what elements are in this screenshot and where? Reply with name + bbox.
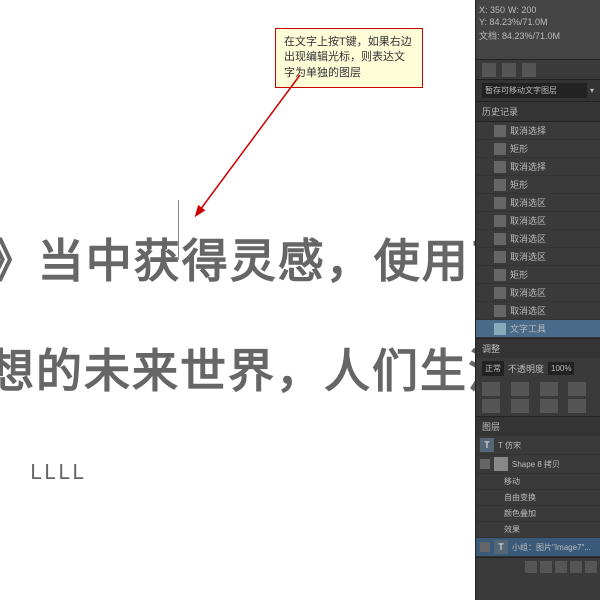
text-cursor	[178, 200, 179, 260]
history-item-label: 取消选区	[510, 232, 546, 245]
layer-thumb	[494, 457, 508, 471]
history-item[interactable]: 矩形	[476, 176, 600, 194]
history-item-label: 取消选择	[510, 124, 546, 137]
history-item[interactable]: 取消选区	[476, 194, 600, 212]
adjust-icon[interactable]	[511, 382, 529, 396]
type-icon: T	[494, 540, 508, 554]
history-item[interactable]: 取消选区	[476, 248, 600, 266]
adjust-icon[interactable]	[568, 382, 586, 396]
history-item-label: 矩形	[510, 268, 528, 281]
icon-toolbar	[476, 60, 600, 80]
history-item[interactable]: 取消选区	[476, 302, 600, 320]
history-item-icon	[494, 143, 506, 155]
layers-panel: 图层 T T 仿宋 Shape 8 拷贝移动自由变换颜色叠加效果 T 小组：图片…	[476, 416, 600, 576]
info-y: Y: 84.23%/71.0M	[479, 17, 548, 27]
history-item-label: 取消选择	[510, 160, 546, 173]
history-item-label: 取消选区	[510, 250, 546, 263]
adjust-icon[interactable]	[568, 399, 586, 413]
adjust-grid	[476, 379, 600, 416]
type-icon: T	[480, 438, 494, 452]
layer-label: 小组：图片"Image7"...	[512, 542, 591, 553]
canvas-area[interactable]: 4》当中获得灵感，使用了" 门想的未来世界，人们生活 LLLL	[0, 0, 475, 600]
visibility-icon[interactable]	[480, 459, 490, 469]
adjustments-panel: 调整 正常 不透明度 100%	[476, 338, 600, 416]
history-item-icon	[494, 179, 506, 191]
layer-item[interactable]: 效果	[476, 522, 600, 538]
layer-item[interactable]: 颜色叠加	[476, 506, 600, 522]
history-item-icon	[494, 287, 506, 299]
history-panel: 历史记录 取消选择矩形取消选择矩形取消选区取消选区取消选区取消选区矩形取消选区取…	[476, 102, 600, 338]
right-panel: X: 350W: 200 Y: 84.23%/71.0M 文档: 84.23%/…	[475, 0, 600, 600]
layer-action-icon[interactable]	[525, 561, 537, 573]
history-item-label: 文字工具	[510, 322, 546, 335]
tool-icon[interactable]	[502, 63, 516, 77]
history-item[interactable]: 矩形	[476, 266, 600, 284]
history-item-icon	[494, 161, 506, 173]
info-panel: X: 350W: 200 Y: 84.23%/71.0M 文档: 84.23%/…	[476, 0, 600, 60]
history-item-icon	[494, 305, 506, 317]
canvas-text-line2: 门想的未来世界，人们生活	[0, 335, 516, 401]
dropdown-label: 暂存可移动文字图层	[482, 83, 587, 98]
history-header: 历史记录	[476, 102, 600, 122]
history-item[interactable]: 取消选区	[476, 212, 600, 230]
adjust-icon[interactable]	[540, 382, 558, 396]
history-item-icon	[494, 233, 506, 245]
blend-mode-select[interactable]: 正常	[482, 361, 504, 376]
history-item[interactable]: 矩形	[476, 140, 600, 158]
visibility-icon[interactable]	[480, 542, 490, 552]
history-item-icon	[494, 215, 506, 227]
type-label: T 仿宋	[498, 440, 521, 451]
history-item-icon	[494, 125, 506, 137]
tool-icon[interactable]	[482, 63, 496, 77]
trash-icon[interactable]	[585, 561, 597, 573]
layer-action-icon[interactable]	[570, 561, 582, 573]
layer-action-icon[interactable]	[540, 561, 552, 573]
history-item-label: 矩形	[510, 142, 528, 155]
type-tool-row[interactable]: T T 仿宋	[476, 436, 600, 455]
history-item[interactable]: 文字工具	[476, 320, 600, 338]
canvas-text-line1: 4》当中获得灵感，使用了"	[0, 225, 547, 291]
adjust-header: 调整	[476, 339, 600, 358]
opacity-label: 不透明度	[508, 362, 544, 375]
layers-header: 图层	[476, 417, 600, 436]
history-item-label: 取消选区	[510, 304, 546, 317]
history-item-label: 取消选区	[510, 214, 546, 227]
history-item[interactable]: 取消选择	[476, 158, 600, 176]
layer-label: 移动	[504, 476, 520, 487]
annotation-note: 在文字上按T键，如果右边出现编辑光标，则表达文字为单独的图层	[275, 28, 423, 88]
history-item-icon	[494, 197, 506, 209]
history-item-label: 取消选区	[510, 286, 546, 299]
history-item-icon	[494, 323, 506, 335]
layer-item[interactable]: Shape 8 拷贝	[476, 455, 600, 474]
layer-label: 颜色叠加	[504, 508, 536, 519]
info-w: W: 200	[508, 5, 536, 15]
chevron-down-icon: ▾	[590, 86, 594, 95]
adjust-icon[interactable]	[540, 399, 558, 413]
history-item-label: 取消选区	[510, 196, 546, 209]
layer-item[interactable]: 移动	[476, 474, 600, 490]
layer-group-row[interactable]: T 小组：图片"Image7"...	[476, 538, 600, 557]
layer-label: 自由变换	[504, 492, 536, 503]
history-item-label: 矩形	[510, 178, 528, 191]
opacity-value[interactable]: 100%	[548, 362, 574, 375]
adjust-icon[interactable]	[482, 399, 500, 413]
info-doc: 文档: 84.23%/71.0M	[479, 29, 560, 42]
adjust-icon[interactable]	[511, 399, 529, 413]
history-item-icon	[494, 269, 506, 281]
info-x: X: 350	[479, 5, 505, 15]
layer-item[interactable]: 自由变换	[476, 490, 600, 506]
annotation-text: 在文字上按T键，如果右边出现编辑光标，则表达文字为单独的图层	[284, 36, 412, 79]
layers-footer	[476, 557, 600, 576]
layer-label: Shape 8 拷贝	[512, 459, 560, 470]
layer-label: 效果	[504, 524, 520, 535]
history-item[interactable]: 取消选区	[476, 230, 600, 248]
layer-action-icon[interactable]	[555, 561, 567, 573]
tool-icon[interactable]	[522, 63, 536, 77]
canvas-text-line3: LLLL	[30, 460, 86, 484]
history-item[interactable]: 取消选择	[476, 122, 600, 140]
history-item[interactable]: 取消选区	[476, 284, 600, 302]
dropdown-row[interactable]: 暂存可移动文字图层 ▾	[476, 80, 600, 102]
adjust-icon[interactable]	[482, 382, 500, 396]
history-item-icon	[494, 251, 506, 263]
